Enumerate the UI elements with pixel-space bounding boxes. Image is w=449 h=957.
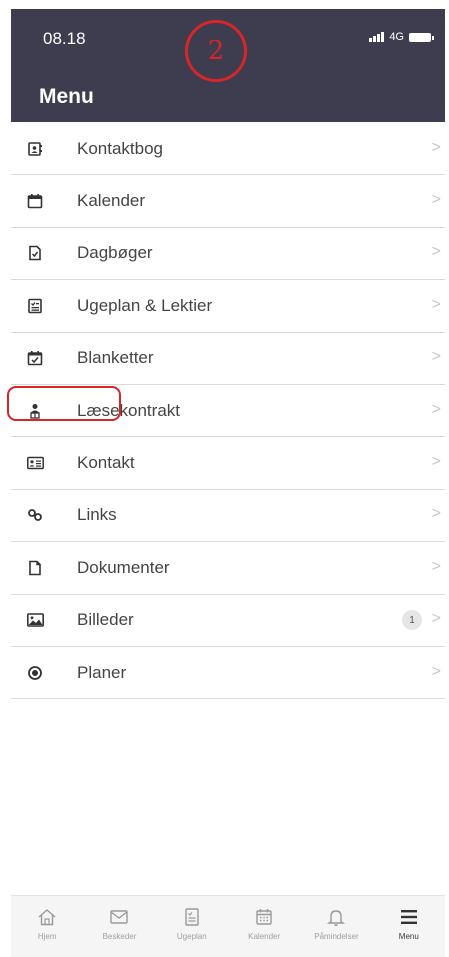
chevron-right-icon: > (431, 191, 441, 209)
menu-item-links[interactable]: Links > (11, 490, 445, 543)
chevron-right-icon: > (431, 400, 441, 418)
tab-hjem[interactable]: Hjem (11, 896, 83, 957)
tab-beskeder[interactable]: Beskeder (83, 896, 155, 957)
menu-item-dokumenter[interactable]: Dokumenter > (11, 542, 445, 595)
chevron-right-icon: > (431, 295, 441, 313)
checklist-icon (26, 297, 44, 315)
tab-ugeplan[interactable]: Ugeplan (156, 896, 228, 957)
tab-label: Ugeplan (176, 932, 207, 941)
contact-card-icon (26, 454, 44, 472)
checklist-icon (185, 908, 199, 926)
bell-icon (327, 910, 346, 926)
menu-item-label: Links (77, 505, 117, 525)
form-calendar-icon (26, 349, 44, 367)
chevron-right-icon: > (431, 243, 441, 261)
menu-item-label: Kontaktbog (77, 138, 164, 158)
menu-item-label: Dagbøger (77, 243, 153, 263)
target-icon (26, 664, 44, 682)
chevron-right-icon: > (431, 557, 441, 575)
page-title: Menu (39, 85, 94, 108)
count-badge: 1 (402, 610, 422, 631)
menu-item-label: Kalender (77, 191, 146, 211)
bottom-tab-bar: Hjem Beskeder Ugeplan Kalender Påmindels… (11, 895, 445, 957)
chevron-right-icon: > (431, 348, 441, 366)
tab-menu[interactable]: Menu (373, 896, 445, 957)
menu-item-planer[interactable]: Planer > (11, 647, 445, 700)
tab-label: Beskeder (102, 932, 137, 941)
links-highlight-annotation (7, 386, 121, 421)
chevron-right-icon: > (431, 138, 441, 156)
tab-paamindelser[interactable]: Påmindelser (300, 896, 372, 957)
menu-item-kontaktbog[interactable]: Kontaktbog > (11, 123, 445, 176)
menu-item-label: Ugeplan & Lektier (77, 295, 213, 315)
menu-item-label: Dokumenter (77, 557, 170, 577)
tab-label: Hjem (37, 932, 57, 941)
calendar-icon (26, 192, 44, 210)
menu-item-dagboger[interactable]: Dagbøger > (11, 228, 445, 281)
link-icon (26, 506, 44, 524)
diary-icon (26, 244, 44, 262)
calendar-icon (256, 909, 272, 925)
image-icon (26, 611, 44, 629)
chevron-right-icon: > (431, 610, 441, 628)
menu-item-kontakt[interactable]: Kontakt > (11, 437, 445, 490)
menu-item-label: Kontakt (77, 453, 135, 473)
hamburger-icon (400, 910, 417, 924)
network-label: 4G (389, 31, 404, 43)
document-icon (26, 559, 44, 577)
battery-icon (409, 32, 434, 42)
status-indicators: 4G (369, 31, 434, 43)
status-time: 08.18 (43, 29, 86, 48)
chevron-right-icon: > (431, 662, 441, 680)
menu-item-label: Planer (77, 662, 127, 682)
chevron-right-icon: > (431, 453, 441, 471)
menu-item-blanketter[interactable]: Blanketter > (11, 333, 445, 385)
signal-icon (369, 32, 385, 42)
mail-icon (110, 910, 129, 924)
step-number: 2 (207, 36, 225, 66)
menu-item-ugeplan-lektier[interactable]: Ugeplan & Lektier > (11, 280, 445, 333)
menu-item-billeder[interactable]: Billeder 1 > (11, 595, 445, 647)
tab-label: Kalender (248, 932, 281, 941)
home-icon (38, 909, 56, 926)
menu-item-label: Billeder (77, 610, 134, 630)
chevron-right-icon: > (431, 505, 441, 523)
contact-book-icon (26, 140, 44, 158)
menu-item-kalender[interactable]: Kalender > (11, 175, 445, 228)
tab-label: Menu (398, 932, 419, 941)
step-annotation: 2 (185, 20, 247, 82)
menu-item-label: Blanketter (77, 348, 154, 368)
tab-label: Påmindelser (314, 932, 359, 941)
tab-kalender[interactable]: Kalender (228, 896, 300, 957)
